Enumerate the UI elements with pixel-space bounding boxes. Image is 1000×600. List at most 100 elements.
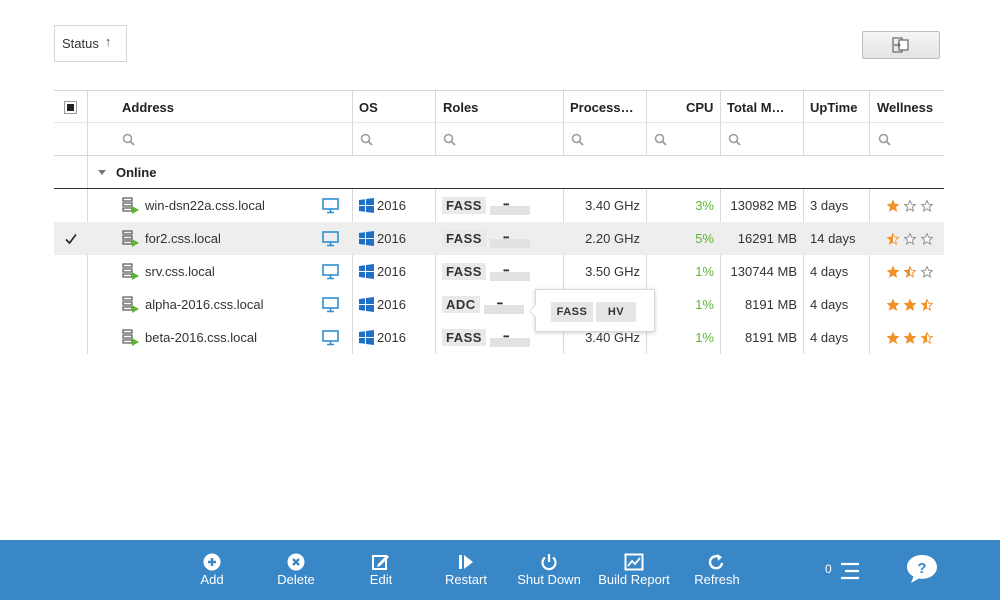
close-circle-icon: [287, 553, 305, 571]
column-header-cpu[interactable]: CPU: [686, 91, 713, 124]
table-row[interactable]: for2.css.local 2016 FASS 2.20 GHz 5% 16291 MB…: [54, 222, 944, 255]
table-row[interactable]: alpha-2016.css.local 2016 ADC 1% 8191 MB 4 da…: [54, 288, 944, 321]
search-icon: [443, 133, 456, 146]
star-icon: [921, 232, 933, 245]
collapse-caret-icon[interactable]: [98, 170, 106, 175]
queue-count: 0: [825, 562, 832, 576]
os-version: 2016: [377, 297, 406, 312]
filter-wellness[interactable]: [878, 123, 892, 156]
build-report-button[interactable]: Build Report: [594, 540, 674, 600]
star-icon: [904, 298, 916, 311]
server-address[interactable]: alpha-2016.css.local: [145, 288, 264, 321]
help-bubble-icon[interactable]: ?: [905, 553, 939, 585]
role-badge: FASS: [442, 197, 486, 214]
role-badge: FASS: [442, 329, 486, 346]
table-row[interactable]: beta-2016.css.local2016FASS3.40 GHz1%819…: [54, 321, 944, 354]
popover-role-badge: FASS: [551, 302, 593, 322]
column-header-os[interactable]: OS: [359, 91, 378, 124]
row-select-checkbox[interactable]: [54, 189, 87, 222]
shutdown-button[interactable]: Shut Down: [514, 540, 584, 600]
star-icon: [904, 232, 916, 245]
server-address[interactable]: win-dsn22a.css.local: [145, 189, 265, 222]
windows-logo-icon: [359, 198, 374, 213]
table-row[interactable]: srv.css.local 2016 FASS 3.50 GHz 1% 130744 MB…: [54, 255, 944, 288]
windows-logo-icon: [359, 264, 374, 279]
roles-cell: FASS: [442, 255, 530, 288]
row-select-checkbox[interactable]: [54, 321, 87, 354]
group-row-online[interactable]: Online: [54, 156, 944, 189]
column-header-uptime[interactable]: UpTime: [810, 91, 857, 124]
more-roles-button[interactable]: [489, 200, 530, 215]
filter-memory[interactable]: [728, 123, 742, 156]
search-icon: [571, 133, 584, 146]
star-icon: [921, 298, 933, 311]
delete-label: Delete: [277, 572, 315, 587]
column-header-address[interactable]: Address: [122, 91, 174, 124]
status-sort-chip[interactable]: Status ↑: [54, 25, 127, 62]
row-select-checkbox[interactable]: [54, 288, 87, 321]
column-header-roles[interactable]: Roles: [443, 91, 478, 124]
edit-button[interactable]: Edit: [361, 540, 401, 600]
server-status-icon: [122, 255, 140, 288]
roles-cell: ADC: [442, 288, 524, 321]
role-badge: FASS: [442, 263, 486, 280]
server-address[interactable]: for2.css.local: [145, 222, 221, 255]
task-list-icon[interactable]: [840, 561, 860, 581]
os-cell: 2016: [359, 321, 406, 354]
processor-speed: 3.50 GHz: [585, 264, 640, 279]
uptime: 4 days: [810, 330, 849, 345]
roles-cell: FASS: [442, 321, 530, 354]
row-select-checkbox[interactable]: [54, 222, 87, 255]
filter-cpu[interactable]: [654, 123, 668, 156]
sort-ascending-icon: ↑: [104, 34, 112, 49]
column-chooser-icon: [892, 37, 909, 53]
refresh-button[interactable]: Refresh: [692, 540, 742, 600]
select-all-checkbox[interactable]: [64, 101, 77, 114]
cpu-usage: 3%: [695, 198, 714, 213]
uptime: 4 days: [810, 297, 849, 312]
search-icon: [728, 133, 741, 146]
filter-os[interactable]: [360, 123, 374, 156]
row-select-checkbox[interactable]: [54, 255, 87, 288]
roles-cell: FASS: [442, 222, 530, 255]
restart-button[interactable]: Restart: [441, 540, 491, 600]
search-icon: [360, 133, 373, 146]
popover-role-badge: HV: [596, 302, 636, 322]
refresh-label: Refresh: [694, 572, 740, 587]
select-all-cell[interactable]: [54, 91, 87, 124]
filter-address[interactable]: [122, 123, 136, 156]
status-sort-label: Status: [62, 36, 99, 51]
server-address[interactable]: beta-2016.css.local: [145, 321, 257, 354]
remote-console-icon[interactable]: [322, 189, 339, 222]
filter-roles[interactable]: [443, 123, 457, 156]
column-header-memory[interactable]: Total M…: [727, 91, 785, 124]
add-button[interactable]: Add: [192, 540, 232, 600]
more-roles-button[interactable]: [489, 332, 530, 347]
delete-button[interactable]: Delete: [271, 540, 321, 600]
remote-console-icon[interactable]: [322, 222, 339, 255]
total-memory: 8191 MB: [744, 330, 797, 345]
column-header-processor[interactable]: Process…: [570, 91, 634, 124]
more-roles-button[interactable]: [489, 233, 530, 248]
search-icon: [654, 133, 667, 146]
table-row[interactable]: win-dsn22a.css.local 2016 FASS 3.40 GHz 3% 13…: [54, 189, 944, 222]
total-memory: 8191 MB: [744, 297, 797, 312]
remote-console-icon[interactable]: [322, 288, 339, 321]
column-header-wellness[interactable]: Wellness: [877, 91, 933, 124]
edit-label: Edit: [369, 572, 393, 587]
remote-console-icon[interactable]: [322, 321, 339, 354]
cpu-usage: 1%: [695, 264, 714, 279]
column-chooser-button[interactable]: [862, 31, 940, 59]
star-icon: [887, 298, 899, 311]
remote-console-icon[interactable]: [322, 255, 339, 288]
server-status-icon: [122, 288, 140, 321]
star-icon: [887, 331, 899, 344]
more-roles-button[interactable]: [489, 266, 530, 281]
power-icon: [541, 554, 557, 571]
os-version: 2016: [377, 231, 406, 246]
restart-label: Restart: [445, 572, 487, 587]
group-label: Online: [116, 164, 157, 180]
more-roles-button[interactable]: [483, 299, 524, 314]
filter-processor[interactable]: [571, 123, 585, 156]
server-address[interactable]: srv.css.local: [145, 255, 215, 288]
